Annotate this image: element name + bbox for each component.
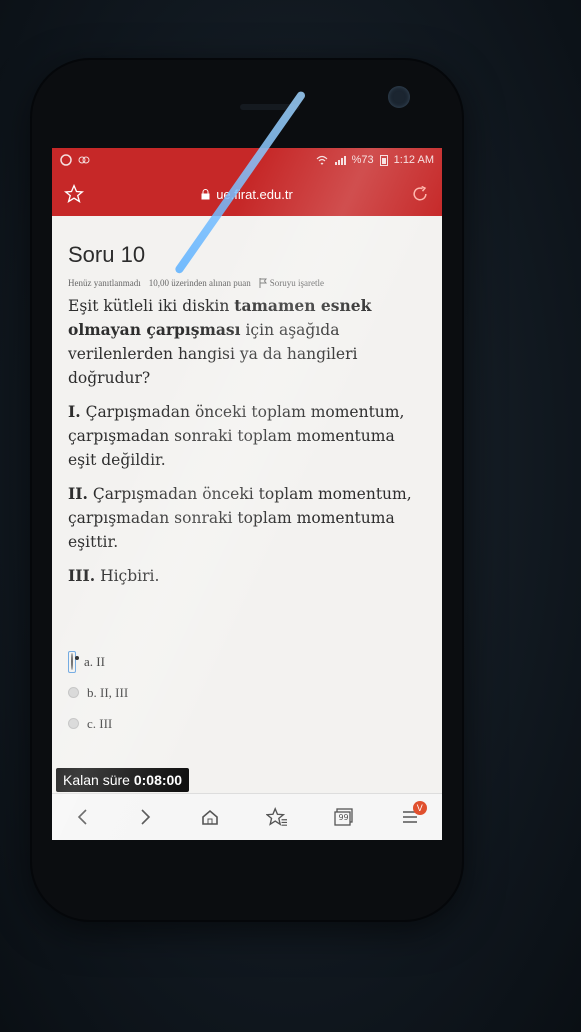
statement-1-number: I. xyxy=(68,402,81,421)
option-c[interactable]: c. III xyxy=(68,708,426,739)
statement-2-text: Çarpışmadan önceki toplam momentum, çarp… xyxy=(68,485,412,551)
intro-part-1: Eşit kütleli iki diskin xyxy=(68,297,235,315)
flag-label: Soruyu işaretle xyxy=(269,278,324,288)
bookmark-star-icon[interactable] xyxy=(64,184,84,204)
option-c-radio[interactable] xyxy=(68,718,79,729)
lock-icon xyxy=(201,188,210,200)
status-bar: %73 1:12 AM xyxy=(52,148,442,172)
bookmarks-icon[interactable] xyxy=(266,807,288,827)
statement-1-text: Çarpışmadan önceki toplam momentum, çarp… xyxy=(68,403,405,469)
notification-icon xyxy=(60,154,72,166)
signal-icon xyxy=(334,155,346,165)
flag-question-link[interactable]: Soruyu işaretle xyxy=(259,278,324,288)
timer-label: Kalan süre xyxy=(63,772,134,788)
back-icon[interactable] xyxy=(75,808,91,826)
time-remaining: Kalan süre 0:08:00 xyxy=(56,768,190,792)
wifi-icon xyxy=(316,155,328,165)
statement-1: I. Çarpışmadan önceki toplam momentum, ç… xyxy=(68,400,426,472)
url-text: ue.firat.edu.tr xyxy=(216,186,293,202)
phone-screen: %73 1:12 AM ue.firat.edu.tr Soru 10 Henü… xyxy=(52,148,442,840)
browser-bottom-bar: 99 V xyxy=(52,793,442,840)
option-b[interactable]: b. II, III xyxy=(68,677,426,708)
question-intro: Eşit kütleli iki diskin tamamen esnek ol… xyxy=(68,294,426,390)
option-c-label[interactable]: c. III xyxy=(87,716,112,732)
tabs-count: 99 xyxy=(338,813,349,822)
tabs-icon[interactable]: 99 xyxy=(334,808,354,826)
statement-3-text: Hiçbiri. xyxy=(95,567,160,585)
question-text: Eşit kütleli iki diskin tamamen esnek ol… xyxy=(68,294,426,588)
phone-camera xyxy=(388,86,410,108)
option-a-radio[interactable] xyxy=(71,652,73,670)
browser-url-bar: ue.firat.edu.tr xyxy=(52,172,442,216)
option-a[interactable]: a. II xyxy=(68,646,426,677)
answer-status: Henüz yanıtlanmadı xyxy=(68,278,141,288)
battery-percent: %73 xyxy=(351,154,374,166)
timer-value: 0:08:00 xyxy=(133,772,183,788)
link-icon xyxy=(78,154,90,166)
forward-icon[interactable] xyxy=(137,808,153,826)
option-a-label[interactable]: a. II xyxy=(84,654,105,670)
update-badge: V xyxy=(412,801,427,815)
reload-icon[interactable] xyxy=(410,184,430,204)
option-b-label[interactable]: b. II, III xyxy=(87,685,128,701)
menu-icon[interactable]: V xyxy=(401,801,427,825)
phone-speaker xyxy=(240,104,300,110)
question-content: Soru 10 Henüz yanıtlanmadı 10,00 üzerind… xyxy=(52,216,442,739)
statement-3-number: III. xyxy=(68,566,96,585)
question-meta: Henüz yanıtlanmadı 10,00 üzerinden alına… xyxy=(68,278,426,288)
battery-icon xyxy=(379,154,388,166)
home-icon[interactable] xyxy=(200,808,220,826)
statement-3: III. Hiçbiri. xyxy=(68,564,426,588)
option-a-radio-wrap xyxy=(68,650,76,673)
answer-options: a. II b. II, III c. III xyxy=(68,646,426,739)
url-field[interactable]: ue.firat.edu.tr xyxy=(201,187,293,202)
question-title: Soru 10 xyxy=(68,242,146,267)
statement-2: II. Çarpışmadan önceki toplam momentum, … xyxy=(68,482,426,554)
points-label: 10,00 üzerinden alınan puan xyxy=(148,278,251,288)
statement-2-number: II. xyxy=(68,484,88,503)
option-b-radio[interactable] xyxy=(68,687,79,698)
clock: 1:12 AM xyxy=(393,154,434,166)
flag-icon xyxy=(259,278,267,288)
